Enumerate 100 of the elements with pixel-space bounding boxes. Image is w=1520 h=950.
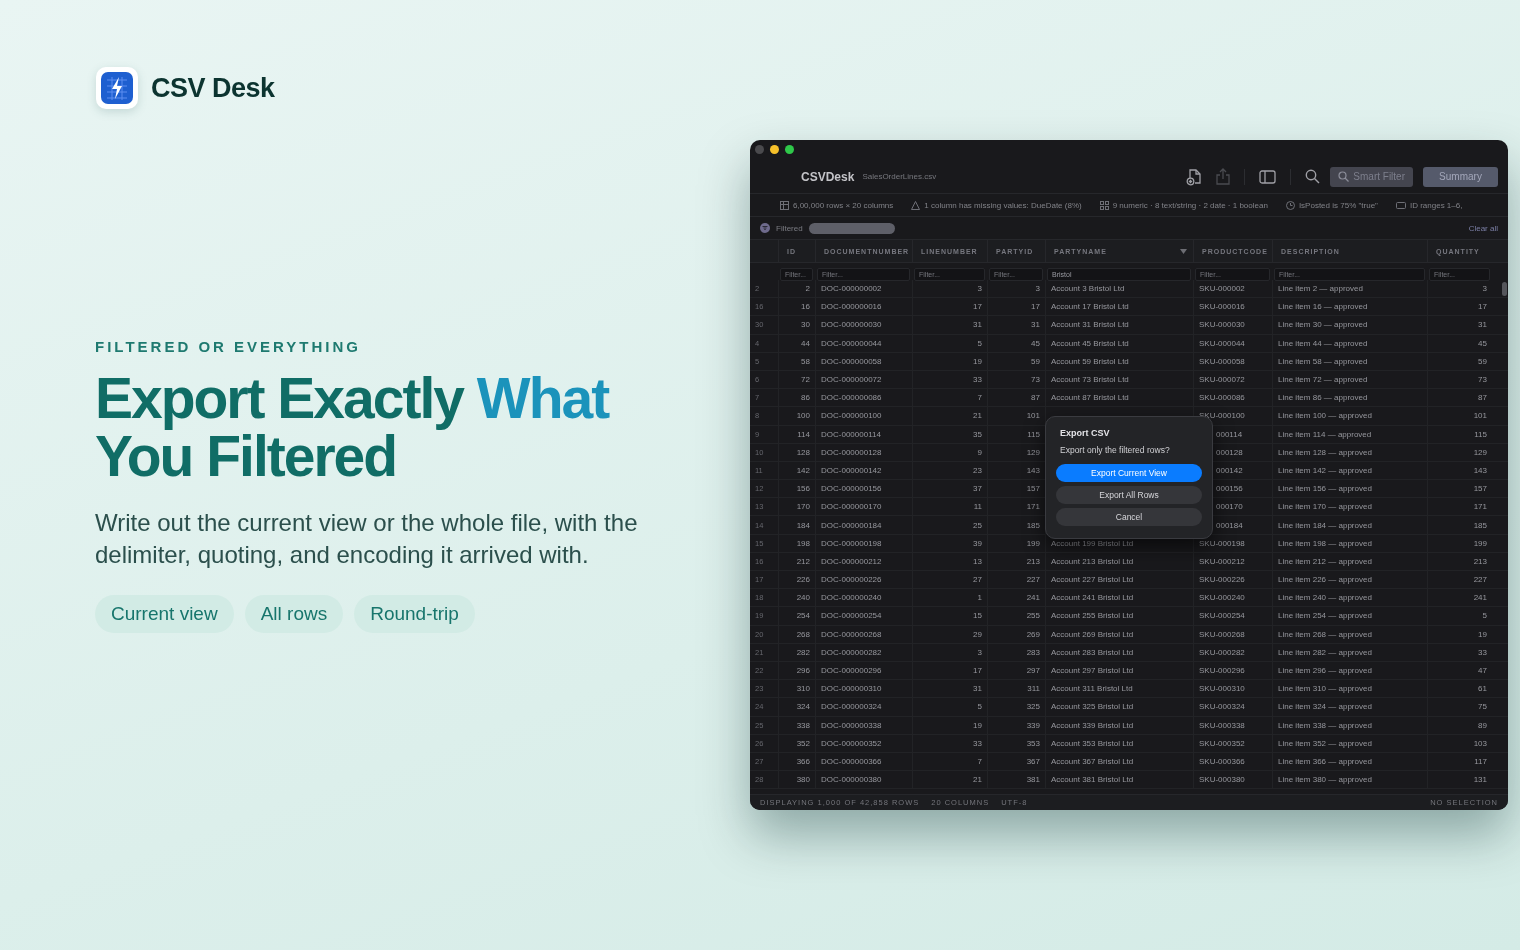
- dialog-title: Export CSV: [1060, 428, 1111, 438]
- table-cell: 283: [1026, 647, 1040, 657]
- table-cell: 13: [973, 556, 982, 566]
- table-cell: DOC-000000086: [821, 393, 882, 403]
- table-cell: 000114: [1216, 429, 1243, 439]
- table-cell: DOC-000000128: [821, 447, 882, 457]
- table-cell: DOC-000000156: [821, 484, 882, 494]
- table-cell: 366: [796, 756, 810, 766]
- dialog-button[interactable]: Export Current View: [1056, 464, 1202, 482]
- table-cell: 21: [973, 411, 982, 421]
- table-cell: 11: [973, 502, 982, 512]
- dialog-button[interactable]: Cancel: [1056, 508, 1202, 526]
- table-cell: 000128: [1216, 447, 1243, 457]
- table-cell: Line item 128 — approved: [1278, 447, 1372, 457]
- clock-icon: [1285, 200, 1295, 210]
- table-cell: 7: [977, 393, 982, 403]
- table-cell: Line item 100 — approved: [1278, 411, 1372, 421]
- table-cell: 324: [796, 702, 810, 712]
- zoom-window-dot[interactable]: [785, 145, 794, 154]
- table-cell: Account 297 Bristol Ltd: [1051, 666, 1134, 676]
- table-cell: 5: [977, 702, 982, 712]
- table-cell: 240: [796, 593, 810, 603]
- squares-icon: [1099, 200, 1109, 210]
- scrollbar-thumb[interactable]: [1502, 282, 1507, 296]
- table-cell: DOC-000000366: [821, 756, 882, 766]
- table-cell: Line item 30 — approved: [1278, 320, 1368, 330]
- table-cell: Line item 142 — approved: [1278, 465, 1372, 475]
- table-cell: Line item 338 — approved: [1278, 720, 1372, 730]
- table-cell: Line item 156 — approved: [1278, 484, 1372, 494]
- search-icon: [1338, 171, 1350, 182]
- table-cell: Account 17 Bristol Ltd: [1051, 302, 1129, 312]
- table-cell: Line item 184 — approved: [1278, 520, 1372, 530]
- file-name: SalesOrderLines.csv: [862, 172, 937, 181]
- table-cell: SKU-000198: [1199, 538, 1245, 548]
- table-cell: DOC-000000226: [821, 575, 882, 585]
- table-cell: Line item 44 — approved: [1278, 338, 1368, 348]
- table-cell: 338: [796, 720, 810, 730]
- sidebar-icon[interactable]: [1259, 169, 1277, 184]
- table-cell: 269: [1026, 629, 1040, 639]
- table-cell: 61: [1478, 684, 1487, 694]
- table-cell: DOC-000000016: [821, 302, 882, 312]
- table-cell: 87: [1478, 393, 1487, 403]
- table-cell: 72: [801, 375, 810, 385]
- table-cell: DOC-000000044: [821, 338, 882, 348]
- table-cell: 19: [973, 356, 982, 366]
- table-cell: 31: [973, 320, 982, 330]
- table-cell: 352: [796, 738, 810, 748]
- table-cell: 380: [796, 775, 810, 785]
- table-cell: 37: [973, 484, 982, 494]
- table-cell: DOC-000000282: [821, 647, 882, 657]
- search-icon[interactable]: [1305, 169, 1321, 184]
- table-cell: 33: [973, 375, 982, 385]
- clear-all-link[interactable]: Clear all: [1468, 223, 1498, 233]
- table-cell: 19: [1478, 629, 1487, 639]
- table-cell: 58: [801, 356, 810, 366]
- table-cell: Account 269 Bristol Ltd: [1051, 629, 1134, 639]
- table-cell: 296: [796, 666, 810, 676]
- minimize-window-dot[interactable]: [770, 145, 779, 154]
- table-cell: 241: [1026, 593, 1040, 603]
- table-cell: 59: [1031, 356, 1040, 366]
- table-cell: 15: [973, 611, 982, 621]
- table-cell: Line item 86 — approved: [1278, 393, 1368, 403]
- table-cell: SKU-000030: [1199, 320, 1245, 330]
- table-cell: 000170: [1216, 502, 1243, 512]
- feature-chip: Current view: [95, 595, 234, 633]
- table-cell: Account 339 Bristol Ltd: [1051, 720, 1134, 730]
- table-cell: Line item 352 — approved: [1278, 738, 1372, 748]
- table-cell: DOC-000000030: [821, 320, 882, 330]
- new-file-icon[interactable]: [1186, 167, 1203, 186]
- table-cell: 325: [1026, 702, 1040, 712]
- info-text: 6,00,000 rows × 20 columns: [793, 200, 894, 210]
- table-cell: DOC-000000338: [821, 720, 882, 730]
- table-cell: DOC-000000324: [821, 702, 882, 712]
- brand-name: CSV Desk: [151, 72, 275, 104]
- hero-paragraph: Write out the current view or the whole file, with the delimiter, quoting, and encoding it arrived with.: [95, 508, 639, 570]
- table-cell: 5: [1482, 611, 1487, 621]
- table-cell: 213: [1026, 556, 1040, 566]
- table-cell: SKU-000086: [1199, 393, 1245, 403]
- filter-token[interactable]: [808, 222, 895, 234]
- table-cell: 17: [1031, 302, 1040, 312]
- sort-icon[interactable]: [1180, 248, 1187, 254]
- table-cell: 1: [977, 593, 982, 603]
- table-cell: 2: [805, 284, 810, 294]
- table-cell: DOC-000000296: [821, 666, 882, 676]
- table-cell: 73: [1031, 375, 1040, 385]
- table-cell: Line item 310 — approved: [1278, 684, 1372, 694]
- smart-filter-button[interactable]: Smart Filter: [1330, 166, 1413, 187]
- app-name: CSVDesk: [801, 169, 855, 184]
- table-cell: DOC-000000184: [821, 520, 882, 530]
- table-cell: 000184: [1216, 520, 1243, 530]
- table-cell: 268: [796, 629, 810, 639]
- summary-button[interactable]: Summary: [1423, 166, 1498, 187]
- table-cell: DOC-000000100: [821, 411, 882, 421]
- dialog-button[interactable]: Export All Rows: [1056, 486, 1202, 504]
- table-cell: 7: [977, 756, 982, 766]
- feature-chip: Round-trip: [354, 595, 475, 633]
- table-cell: 226: [796, 575, 810, 585]
- table-cell: Account 241 Bristol Ltd: [1051, 593, 1134, 603]
- table-cell: DOC-000000352: [821, 738, 882, 748]
- close-window-dot[interactable]: [755, 145, 764, 154]
